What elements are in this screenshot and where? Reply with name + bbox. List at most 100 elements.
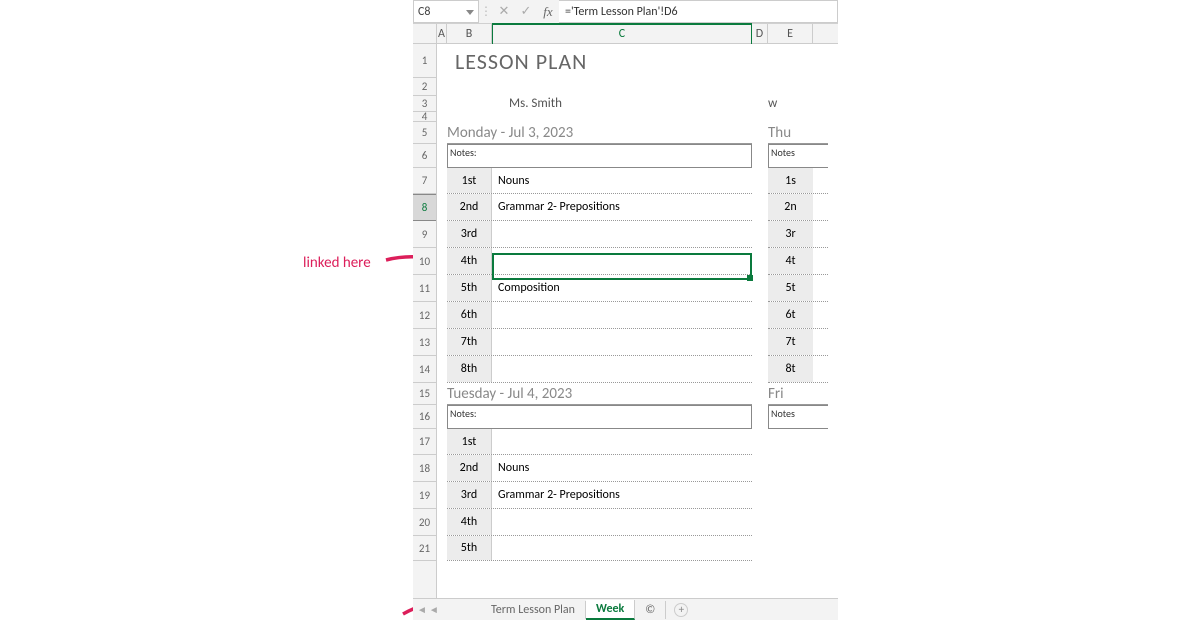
thursday-period-row[interactable]: 3r — [768, 221, 828, 248]
thursday-notes-label: Notes — [769, 145, 828, 160]
period-label: 4th — [447, 248, 492, 274]
thursday-period-row[interactable]: 7t — [768, 329, 828, 356]
friday-header: Fri — [768, 383, 828, 405]
monday-period-row[interactable]: 4th — [447, 248, 752, 275]
worksheet[interactable]: LESSON PLAN Ms. Smith w Monday - Jul 3, … — [437, 44, 838, 598]
thursday-period-row[interactable]: 2n — [768, 194, 828, 221]
col-header-c[interactable]: C — [492, 23, 752, 44]
row-header-1[interactable]: 1 — [413, 44, 436, 78]
period-value: Nouns — [492, 174, 752, 188]
row-header-13[interactable]: 13 — [413, 329, 436, 356]
tuesday-period-row[interactable]: 4th — [447, 509, 752, 536]
cancel-formula-icon[interactable]: ✕ — [493, 0, 515, 23]
period-value: Grammar 2- Prepositions — [492, 488, 752, 502]
row-header-7[interactable]: 7 — [413, 168, 436, 194]
monday-period-row[interactable]: 7th — [447, 329, 752, 356]
separator: ⋮ — [479, 0, 493, 23]
tab-nav-first-icon[interactable]: ◄ — [417, 603, 427, 616]
week-label-partial: w — [768, 96, 777, 112]
sheet-tabs: ◄ ◄ Term Lesson Plan Week © + — [413, 598, 838, 620]
period-value: Nouns — [492, 461, 752, 475]
row-header-17[interactable]: 17 — [413, 429, 436, 455]
period-label: 1s — [768, 168, 813, 193]
fx-icon[interactable]: fx — [537, 0, 559, 23]
row-header-2[interactable]: 2 — [413, 78, 436, 96]
period-label: 6th — [447, 302, 492, 328]
period-label: 5th — [447, 275, 492, 301]
col-header-b[interactable]: B — [447, 24, 492, 43]
row-header-9[interactable]: 9 — [413, 221, 436, 248]
period-label: 5th — [447, 536, 492, 560]
tab-week[interactable]: Week — [586, 600, 635, 620]
select-all-corner[interactable] — [413, 24, 437, 43]
col-header-e[interactable]: E — [768, 24, 813, 43]
friday-notes-label: Notes — [769, 406, 828, 421]
row-header-14[interactable]: 14 — [413, 356, 436, 383]
page-title: LESSON PLAN — [437, 44, 838, 78]
row-header-15[interactable]: 15 — [413, 383, 436, 405]
row-header-20[interactable]: 20 — [413, 509, 436, 536]
row-header-4[interactable]: 4 — [413, 112, 436, 122]
tab-copyright[interactable]: © — [635, 601, 666, 619]
period-label: 1st — [447, 168, 492, 193]
row-header-11[interactable]: 11 — [413, 275, 436, 302]
monday-period-row[interactable]: 2ndGrammar 2- Prepositions — [447, 194, 752, 221]
thursday-period-row[interactable]: 1s — [768, 168, 828, 194]
period-label: 8th — [447, 356, 492, 382]
thursday-header: Thu — [768, 122, 828, 144]
period-label: 5t — [768, 275, 813, 301]
row-header-5[interactable]: 5 — [413, 122, 436, 144]
thursday-period-row[interactable]: 6t — [768, 302, 828, 329]
period-label: 7th — [447, 329, 492, 355]
tab-nav-prev-icon[interactable]: ◄ — [429, 603, 439, 616]
period-label: 6t — [768, 302, 813, 328]
monday-period-row[interactable]: 5thComposition — [447, 275, 752, 302]
period-label: 8t — [768, 356, 813, 382]
period-label: 4th — [447, 509, 492, 535]
row-header-12[interactable]: 12 — [413, 302, 436, 329]
row-headers: 123456789101112131415161718192021 — [413, 44, 437, 598]
monday-period-row[interactable]: 1stNouns — [447, 168, 752, 194]
row-header-21[interactable]: 21 — [413, 536, 436, 561]
tuesday-period-row[interactable]: 3rdGrammar 2- Prepositions — [447, 482, 752, 509]
thursday-period-row[interactable]: 4t — [768, 248, 828, 275]
row-header-8[interactable]: 8 — [413, 194, 436, 221]
row-header-6[interactable]: 6 — [413, 144, 436, 168]
period-label: 1st — [447, 429, 492, 454]
tuesday-period-row[interactable]: 2ndNouns — [447, 455, 752, 482]
monday-period-row[interactable]: 3rd — [447, 221, 752, 248]
period-label: 2nd — [447, 455, 492, 481]
name-box[interactable]: C8 — [413, 0, 479, 23]
period-label: 4t — [768, 248, 813, 274]
thursday-period-row[interactable]: 8t — [768, 356, 828, 383]
row-header-19[interactable]: 19 — [413, 482, 436, 509]
column-headers: A B C D E — [413, 24, 838, 44]
formula-bar: C8 ⋮ ✕ ✓ fx ='Term Lesson Plan'!D6 — [413, 0, 838, 24]
tuesday-header: Tuesday - Jul 4, 2023 — [447, 383, 752, 405]
period-label: 2n — [768, 194, 813, 220]
tuesday-notes-label: Notes: — [448, 406, 751, 421]
monday-period-row[interactable]: 8th — [447, 356, 752, 383]
period-label: 3r — [768, 221, 813, 247]
formula-input[interactable]: ='Term Lesson Plan'!D6 — [559, 0, 838, 23]
add-sheet-button[interactable]: + — [674, 603, 688, 617]
tuesday-period-row[interactable]: 1st — [447, 429, 752, 455]
monday-notes-label: Notes: — [448, 145, 751, 160]
row-header-16[interactable]: 16 — [413, 405, 436, 429]
period-label: 3rd — [447, 221, 492, 247]
col-header-a[interactable]: A — [437, 24, 447, 43]
excel-window: C8 ⋮ ✕ ✓ fx ='Term Lesson Plan'!D6 A B C… — [413, 0, 838, 620]
period-value: Grammar 2- Prepositions — [492, 200, 752, 214]
col-header-d[interactable]: D — [752, 24, 768, 43]
period-value: Composition — [492, 281, 752, 295]
monday-header: Monday - Jul 3, 2023 — [447, 122, 752, 144]
row-header-18[interactable]: 18 — [413, 455, 436, 482]
tab-term-lesson-plan[interactable]: Term Lesson Plan — [481, 601, 586, 619]
teacher-name: Ms. Smith — [447, 96, 752, 112]
tuesday-period-row[interactable]: 5th — [447, 536, 752, 561]
accept-formula-icon[interactable]: ✓ — [515, 0, 537, 23]
thursday-period-row[interactable]: 5t — [768, 275, 828, 302]
monday-period-row[interactable]: 6th — [447, 302, 752, 329]
period-label: 7t — [768, 329, 813, 355]
row-header-10[interactable]: 10 — [413, 248, 436, 275]
